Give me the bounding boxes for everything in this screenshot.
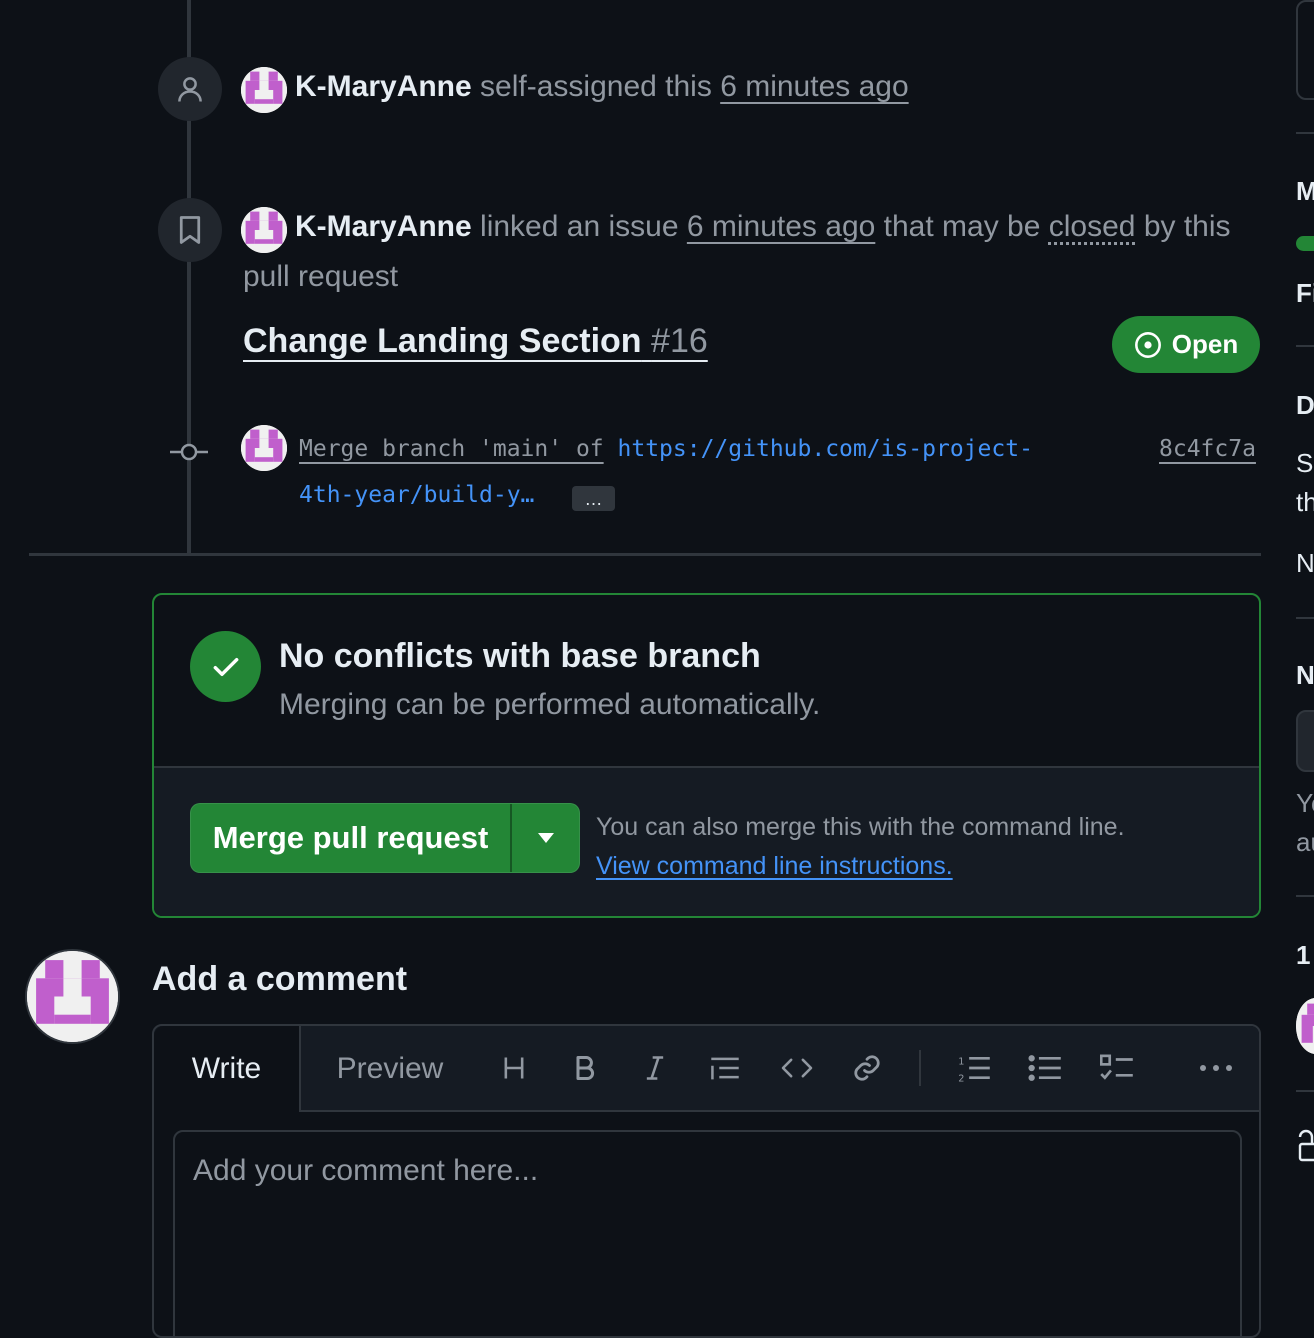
sidebar-box-edge xyxy=(1296,0,1314,100)
commit-url-link[interactable]: https://github.com/is-project- xyxy=(618,436,1033,462)
show-more-button[interactable]: … xyxy=(572,486,615,511)
add-comment-heading: Add a comment xyxy=(152,960,408,998)
timeline-badge-linked xyxy=(158,198,222,262)
merge-box: No conflicts with base branch Merging ca… xyxy=(152,593,1261,918)
event-time[interactable]: 6 minutes ago xyxy=(687,210,875,243)
unordered-list-icon[interactable] xyxy=(1025,1048,1065,1088)
username-link[interactable]: K-MaryAnne xyxy=(295,210,472,243)
ordered-list-icon[interactable]: 12 xyxy=(954,1048,994,1088)
tab-write[interactable]: Write xyxy=(154,1026,301,1112)
event-assigned-text: K-MaryAnne self-assigned this 6 minutes … xyxy=(295,67,909,107)
sidebar-fragment-d: D xyxy=(1296,390,1314,420)
sidebar-divider xyxy=(1296,617,1314,619)
sidebar-fragment-m: M xyxy=(1296,176,1314,206)
merge-actions: Merge pull request You can also merge th… xyxy=(154,768,1259,916)
comment-editor: Write Preview 12 Add your comment here..… xyxy=(152,1024,1261,1338)
tab-preview[interactable]: Preview xyxy=(300,1026,480,1112)
sidebar-fragment-yo: Yo xyxy=(1296,788,1314,818)
toolbar-separator xyxy=(919,1050,921,1086)
sidebar-button-edge[interactable] xyxy=(1296,710,1314,772)
check-icon xyxy=(190,631,261,702)
heading-icon[interactable] xyxy=(494,1048,534,1088)
editor-toolbar: Write Preview 12 xyxy=(154,1026,1259,1112)
event-action: self-assigned this xyxy=(480,70,712,103)
linked-issue-title: Change Landing Section xyxy=(243,322,642,360)
commit-message-line1: Merge branch 'main' of https://github.co… xyxy=(299,436,1033,462)
sidebar-fragment-au: au xyxy=(1296,827,1314,857)
status-badge-label: Open xyxy=(1171,329,1239,359)
merge-status: No conflicts with base branch Merging ca… xyxy=(154,595,1259,768)
link-icon[interactable] xyxy=(847,1048,887,1088)
avatar[interactable] xyxy=(241,207,287,253)
sidebar-fragment-n2: N xyxy=(1296,660,1314,690)
timeline-badge-assigned xyxy=(158,57,222,121)
bold-icon[interactable] xyxy=(565,1048,605,1088)
event-tail: by this xyxy=(1143,210,1231,243)
merge-status-subtitle: Merging can be performed automatically. xyxy=(279,688,821,721)
commit-icon xyxy=(170,440,208,464)
svg-text:1: 1 xyxy=(958,1056,964,1067)
closed-keyword: closed xyxy=(1048,210,1136,243)
event-action: linked an issue xyxy=(480,210,679,243)
italic-icon[interactable] xyxy=(635,1048,675,1088)
commit-sha-link[interactable]: 8c4fc7a xyxy=(1159,436,1256,462)
sidebar-divider xyxy=(1296,895,1314,897)
sidebar-divider xyxy=(1296,132,1314,134)
person-icon xyxy=(178,77,202,102)
avatar[interactable] xyxy=(27,951,118,1042)
username-link[interactable]: K-MaryAnne xyxy=(295,70,472,103)
commit-url-link-cont[interactable]: 4th-year/build-y… xyxy=(299,482,534,508)
event-time[interactable]: 6 minutes ago xyxy=(720,70,908,103)
merge-help-text: You can also merge this with the command… xyxy=(596,813,1125,841)
commit-message-line2: 4th-year/build-y… xyxy=(299,482,534,508)
progress-bar xyxy=(1296,236,1314,251)
bookmark-icon xyxy=(179,216,201,244)
merge-options-dropdown[interactable] xyxy=(512,804,579,872)
status-badge: Open xyxy=(1112,316,1260,373)
timeline-divider xyxy=(29,553,1261,556)
event-middle: that may be xyxy=(883,210,1041,243)
commit-message-link[interactable]: Merge branch 'main' of xyxy=(299,436,604,462)
sidebar-fragment-fi: Fi xyxy=(1296,278,1314,308)
svg-text:2: 2 xyxy=(958,1073,964,1083)
comment-placeholder: Add your comment here... xyxy=(193,1154,539,1187)
comment-textarea[interactable]: Add your comment here... xyxy=(173,1130,1242,1336)
sidebar-fragment-th: th xyxy=(1296,487,1314,517)
event-tail2: pull request xyxy=(243,260,399,293)
merge-status-title: No conflicts with base branch xyxy=(279,637,761,675)
lock-icon xyxy=(1298,1128,1314,1169)
command-line-instructions-link[interactable]: View command line instructions. xyxy=(596,852,953,880)
avatar[interactable] xyxy=(1296,998,1314,1054)
sidebar-divider xyxy=(1296,345,1314,347)
sidebar-fragment-n1: N xyxy=(1296,548,1314,578)
avatar[interactable] xyxy=(241,425,287,471)
avatar[interactable] xyxy=(241,67,287,113)
linked-issue-link[interactable]: Change Landing Section #16 xyxy=(243,322,708,361)
sidebar-fragment-count: 1 xyxy=(1296,940,1311,970)
quote-icon[interactable] xyxy=(705,1048,745,1088)
merge-help: You can also merge this with the command… xyxy=(596,808,1125,886)
code-icon[interactable] xyxy=(777,1048,817,1088)
sidebar-fragment-s: S xyxy=(1296,448,1314,478)
event-linked-text-cont: pull request xyxy=(243,257,398,297)
sidebar-divider xyxy=(1296,1090,1314,1092)
event-linked-text: K-MaryAnne linked an issue 6 minutes ago… xyxy=(295,207,1231,247)
triangle-down-icon xyxy=(537,833,554,843)
merge-pull-request-button[interactable]: Merge pull request xyxy=(191,804,510,872)
task-list-icon[interactable] xyxy=(1097,1048,1137,1088)
linked-issue-number: #16 xyxy=(651,322,708,360)
merge-button-group: Merge pull request xyxy=(190,803,580,873)
issue-open-icon xyxy=(1134,331,1161,358)
more-options-icon[interactable] xyxy=(1196,1048,1236,1088)
